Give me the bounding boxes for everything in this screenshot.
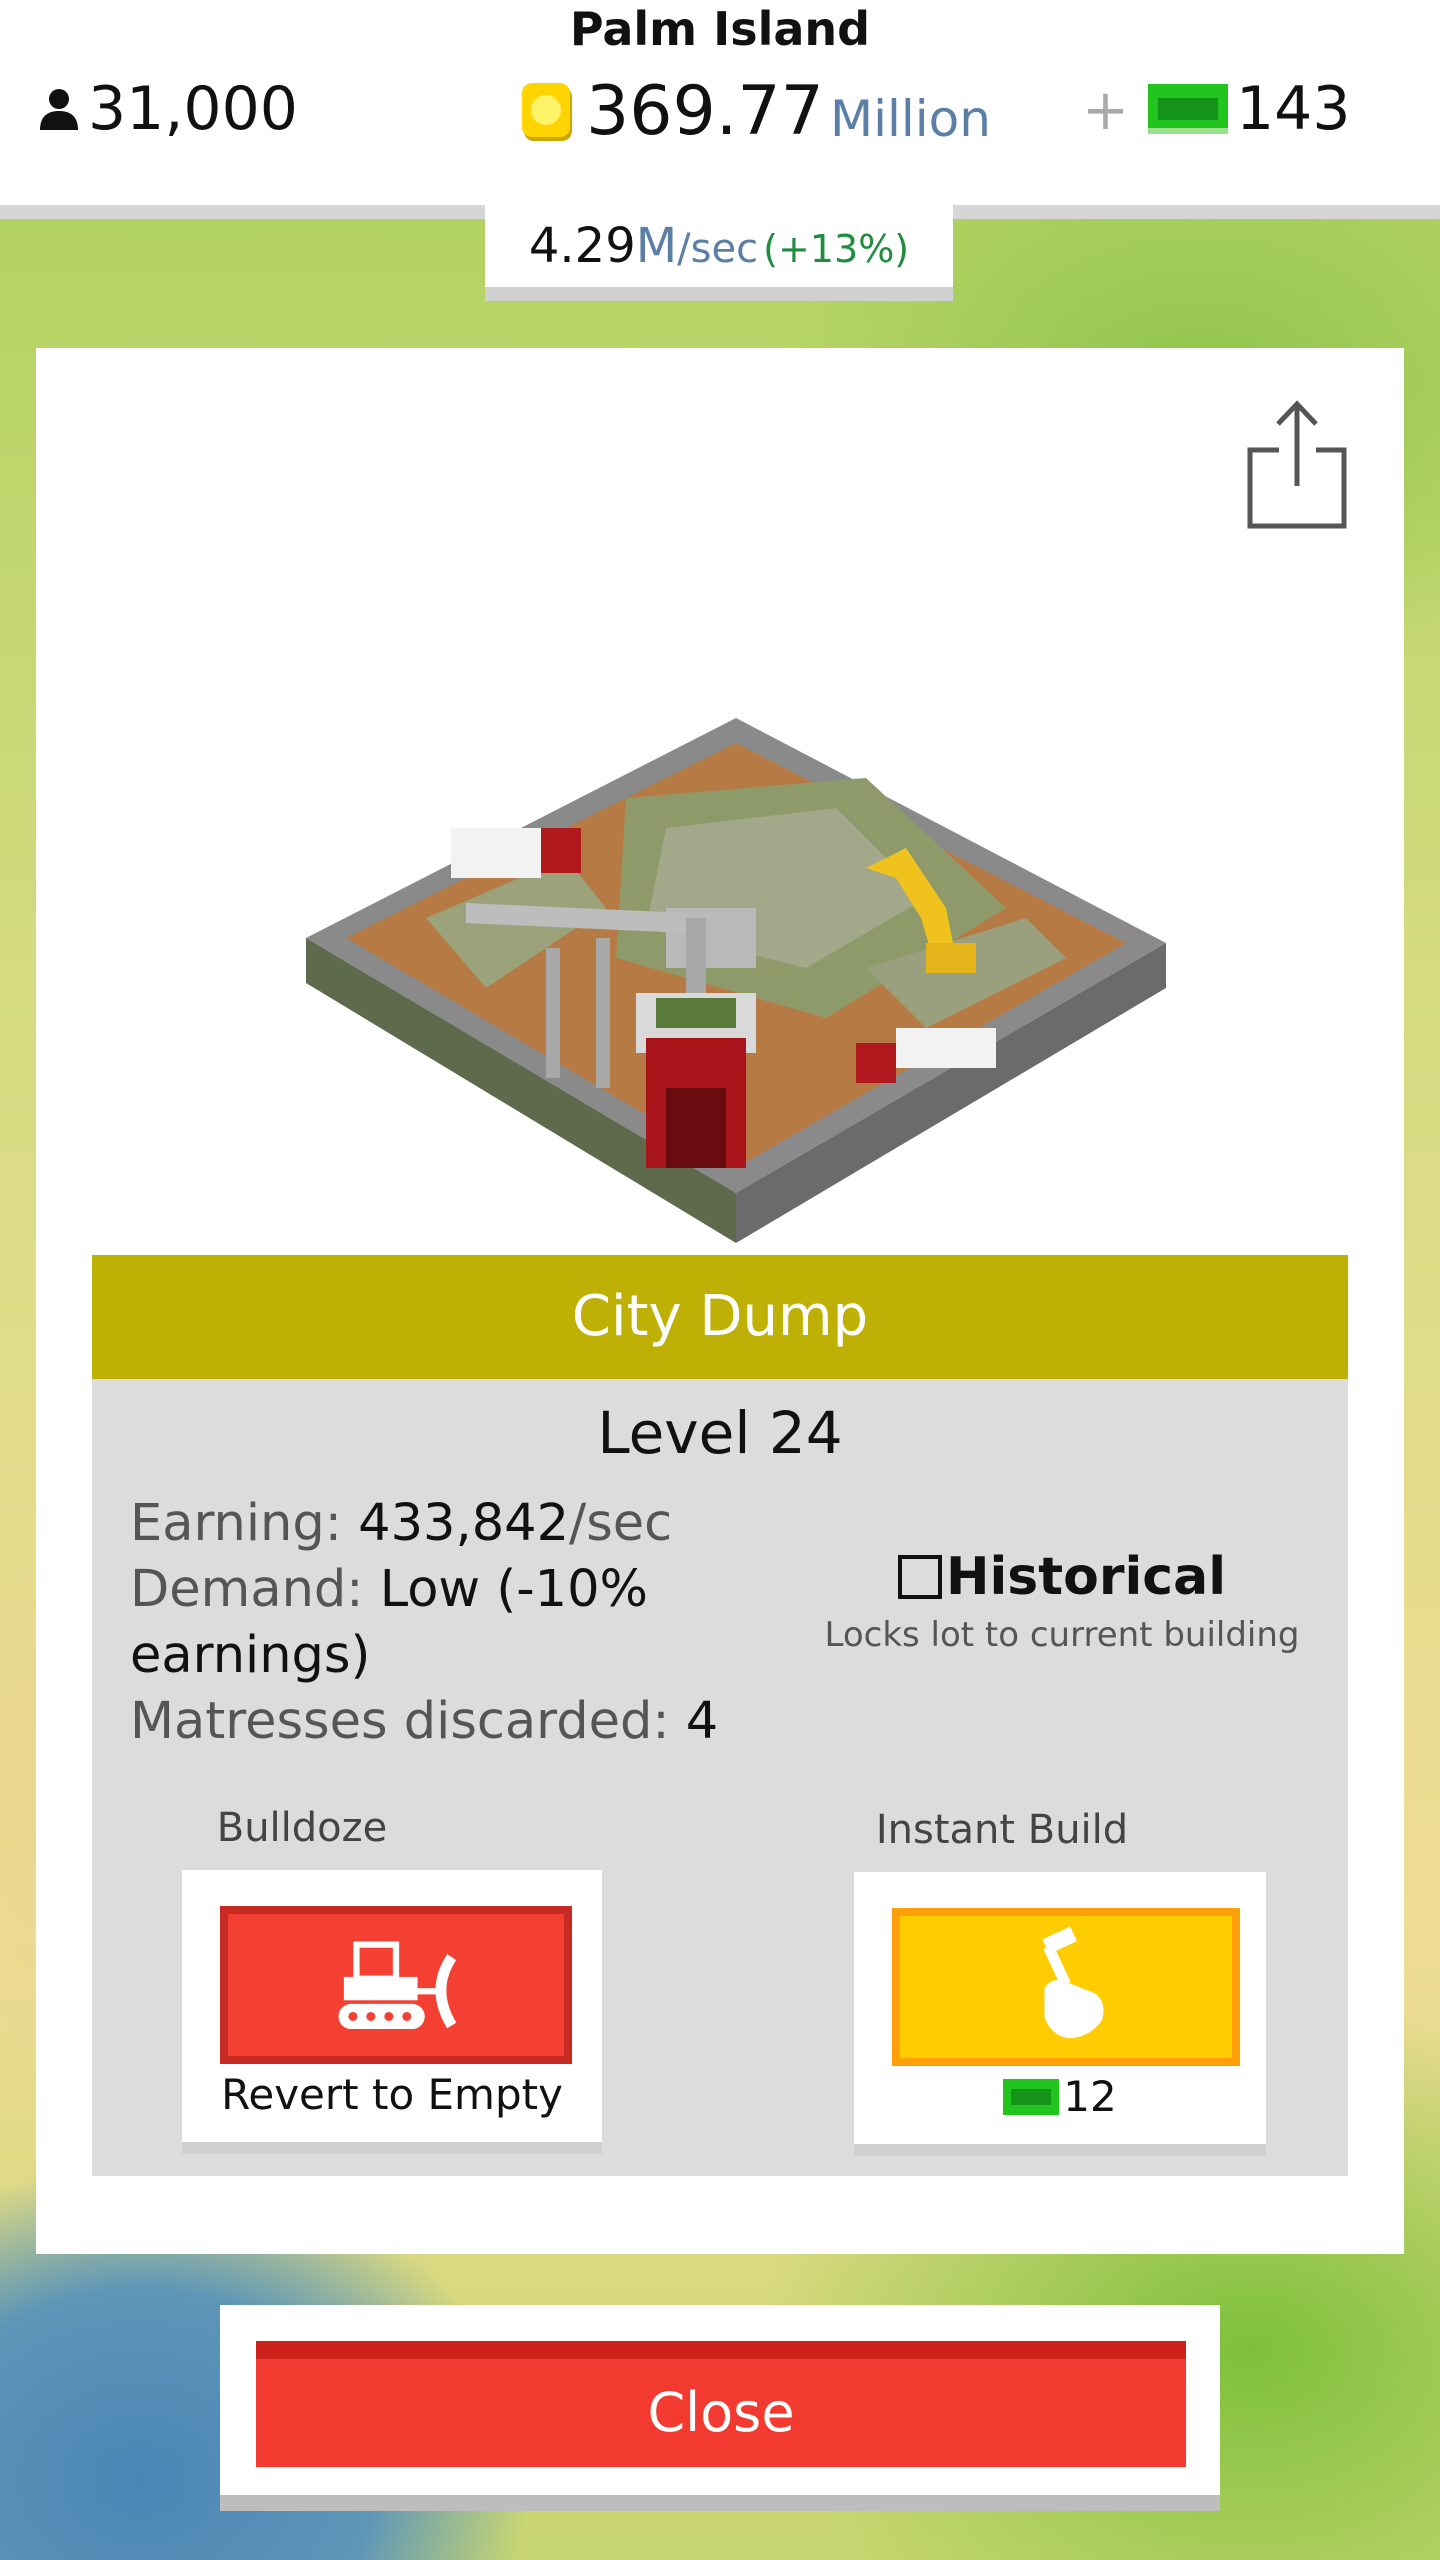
rate-bonus: (+13%) [763, 227, 910, 271]
instant-build-title: Instant Build [875, 1807, 1129, 1853]
instant-build-cost-value: 12 [1063, 2072, 1117, 2121]
historical-checkbox[interactable] [897, 1555, 942, 1599]
building-title: City Dump [92, 1255, 1348, 1379]
coins-counter: 369.77 Million [520, 72, 991, 151]
discarded-value: 4 [685, 1692, 719, 1751]
share-icon[interactable] [1244, 398, 1354, 532]
historical-row: Historical [812, 1547, 1312, 1607]
coin-icon [522, 82, 572, 141]
earning-row: Earning: 433,842/sec [130, 1491, 750, 1557]
building-preview [306, 718, 1166, 1243]
instant-build-card: 12 [854, 1872, 1266, 2156]
bulldozer-icon [338, 1941, 457, 2030]
bulldoze-button[interactable] [220, 1906, 572, 2064]
rate-value: 4.29 [528, 218, 636, 274]
historical-toggle[interactable]: Historical Locks lot to current building [812, 1547, 1312, 1655]
person-icon [40, 89, 78, 130]
bulldoze-card: Revert to Empty [182, 1870, 602, 2154]
coins-value: 369.77 [586, 72, 824, 151]
hammer-hand-icon [1042, 1926, 1104, 2039]
cash-value: 143 [1236, 74, 1351, 144]
island-name: Palm Island [569, 2, 871, 56]
historical-description: Locks lot to current building [824, 1615, 1300, 1655]
demand-row: Demand: Low (-10% earnings) [130, 1557, 750, 1689]
rate-unit: M [635, 218, 678, 274]
discarded-row: Matresses discarded: 4 [130, 1689, 750, 1755]
building-level: Level 24 [597, 1399, 843, 1467]
rate-per: /sec [677, 226, 759, 272]
demand-label: Demand: [130, 1560, 364, 1619]
cash-icon [1148, 84, 1228, 134]
income-rate: 4.29M/sec (+13%) [485, 205, 953, 301]
instant-build-button[interactable] [892, 1908, 1240, 2066]
population-value: 31,000 [88, 74, 298, 144]
building-info-panel: Level 24 Earning: 433,842/sec Demand: Lo… [92, 1379, 1348, 2176]
bulldoze-title: Bulldoze [216, 1805, 388, 1851]
building-modal: City Dump Level 24 Earning: 433,842/sec … [36, 348, 1404, 2254]
cash-counter[interactable]: 143 [1148, 74, 1351, 144]
close-card: Close [220, 2305, 1220, 2511]
top-hud: Palm Island 31,000 369.77 Million + 143 [0, 0, 1440, 205]
population-counter: 31,000 [36, 74, 298, 144]
building-stats: Earning: 433,842/sec Demand: Low (-10% e… [130, 1491, 750, 1755]
earning-value: 433,842 [358, 1494, 570, 1553]
instant-build-cost: 12 [854, 2072, 1266, 2121]
historical-label: Historical [945, 1547, 1227, 1607]
bulldoze-label: Revert to Empty [221, 2070, 563, 2119]
close-button[interactable]: Close [256, 2341, 1186, 2467]
cash-icon [1003, 2078, 1060, 2115]
discarded-label: Matresses discarded: [130, 1692, 670, 1751]
coins-unit: Million [829, 89, 991, 148]
buy-cash-plus[interactable]: + [1082, 78, 1129, 143]
earning-label: Earning: [130, 1494, 342, 1553]
earning-unit: /sec [569, 1494, 673, 1553]
